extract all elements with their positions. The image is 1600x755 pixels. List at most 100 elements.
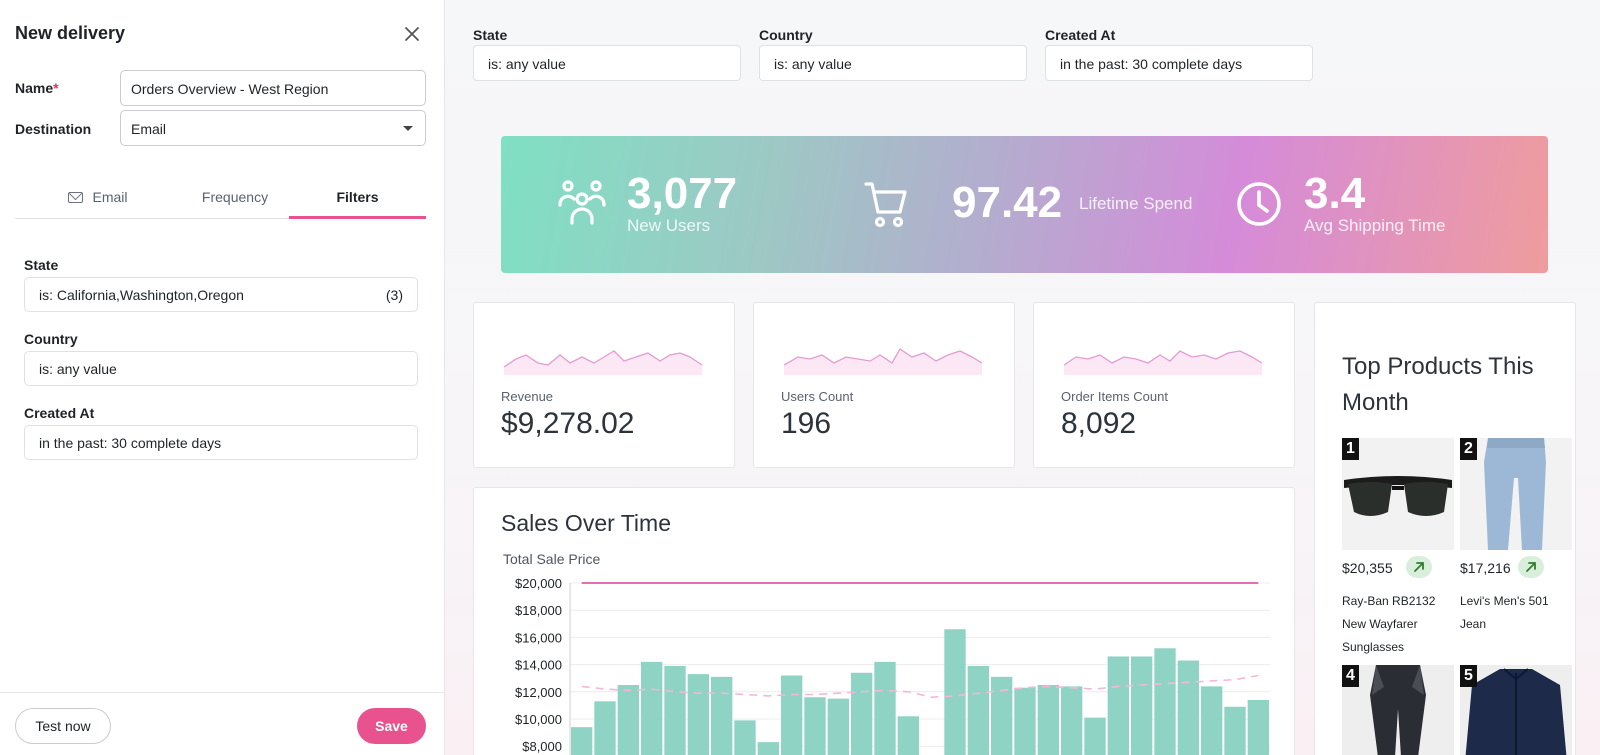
users-icon — [558, 180, 606, 225]
product-name: Ray-Ban RB2132 New Wayfarer Sunglasses — [1342, 594, 1436, 654]
product-name: Levi's Men's 501 Jean — [1460, 594, 1549, 631]
sales-bar — [944, 629, 966, 755]
destination-select[interactable]: Email — [120, 110, 426, 146]
shipping-time-value: 3.4 — [1304, 169, 1366, 218]
product-rank: 2 — [1460, 438, 1477, 460]
filter-country-label: Country — [24, 331, 78, 347]
product-rank: 1 — [1342, 438, 1359, 460]
kpi-users-label: Users Count — [781, 389, 854, 404]
top-products-title: Top Products This Month — [1342, 353, 1534, 416]
sales-bar — [897, 716, 919, 755]
sales-bar — [594, 701, 616, 755]
shipping-time-label: Avg Shipping Time — [1304, 216, 1446, 235]
kpi-banner: 3,077 New Users 97.42 Lifetime Spend 3.4… — [501, 136, 1548, 273]
sales-bar — [687, 674, 709, 755]
sales-bar — [1177, 660, 1199, 755]
sales-bar — [967, 665, 989, 755]
trend-up-icon — [1518, 556, 1544, 578]
sales-bar — [664, 665, 686, 755]
y-tick-label: $18,000 — [515, 603, 562, 618]
y-tick-label: $10,000 — [515, 712, 562, 727]
kpi-revenue-value: $9,278.02 — [501, 407, 635, 440]
panel-title: New delivery — [15, 23, 126, 43]
close-icon[interactable] — [403, 25, 421, 43]
sales-bar — [851, 672, 873, 755]
tab-filters[interactable]: Filters — [289, 178, 426, 219]
y-tick-label: $14,000 — [515, 658, 562, 673]
sales-bar — [991, 676, 1013, 755]
sales-bar — [1154, 648, 1176, 755]
kpi-card-users: Users Count 196 — [753, 302, 1015, 468]
y-tick-label: $12,000 — [515, 685, 562, 700]
top-products-card: Top Products This Month 1 $20,355 Ray-Ba… — [1314, 302, 1576, 755]
dash-filter-created-input[interactable]: in the past: 30 complete days — [1045, 45, 1313, 81]
sales-bar — [571, 727, 593, 755]
save-button[interactable]: Save — [357, 708, 426, 744]
y-tick-label: $8,000 — [522, 739, 562, 754]
product-price: $17,216 — [1460, 560, 1511, 576]
dash-filter-state-input[interactable]: is: any value — [473, 45, 741, 81]
product-price: $20,355 — [1342, 560, 1393, 576]
sales-bar — [781, 675, 803, 755]
new-users-label: New Users — [627, 216, 711, 235]
cart-icon — [864, 182, 907, 228]
kpi-order-items-label: Order Items Count — [1061, 389, 1168, 404]
filter-state-input[interactable]: is: California,Washington,Oregon (3) — [24, 277, 418, 312]
name-input[interactable]: Orders Overview - West Region — [120, 70, 426, 106]
mail-icon — [68, 192, 84, 203]
filter-state-label: State — [24, 257, 59, 273]
dash-filter-country-label: Country — [759, 27, 813, 43]
users-sparkline — [784, 348, 983, 375]
filter-created-input[interactable]: in the past: 30 complete days — [24, 425, 418, 460]
kpi-card-revenue: Revenue $9,278.02 — [473, 302, 735, 468]
sales-bar — [1201, 686, 1223, 755]
sales-bar — [827, 698, 849, 755]
sales-bar — [617, 685, 639, 755]
order-items-sparkline — [1064, 350, 1263, 375]
clock-icon — [1237, 182, 1281, 226]
new-users-value: 3,077 — [627, 169, 738, 218]
sales-bar — [734, 720, 756, 755]
trend-up-icon — [1406, 556, 1432, 578]
sales-chart-card: Sales Over Time Total Sale Price $20,000… — [473, 487, 1295, 755]
filter-country-input[interactable]: is: any value — [24, 351, 418, 386]
sales-bar — [1247, 699, 1269, 755]
dashboard: State is: any value Country is: any valu… — [445, 0, 1600, 755]
tab-frequency[interactable]: Frequency — [180, 178, 290, 219]
sales-bar — [1131, 656, 1153, 755]
sales-chart: $20,000 $18,000 $16,000 $14,000 $12,000 $10,0… — [515, 576, 1270, 755]
lifetime-spend-value: 97.42 — [952, 178, 1063, 227]
dash-filter-created-label: Created At — [1045, 27, 1116, 43]
name-input-value: Orders Overview - West Region — [131, 81, 329, 97]
lifetime-spend-label: Lifetime Spend — [1079, 194, 1193, 213]
sales-bar — [1061, 686, 1083, 755]
sales-bar — [641, 661, 663, 755]
sales-bar — [1014, 687, 1036, 755]
delivery-panel: New delivery Name* Orders Overview - Wes… — [0, 0, 445, 755]
kpi-card-order-items: Order Items Count 8,092 — [1033, 302, 1295, 468]
y-tick-label: $20,000 — [515, 576, 562, 591]
filter-created-label: Created At — [24, 405, 95, 421]
sales-bar — [804, 697, 826, 755]
sales-bar — [711, 676, 733, 755]
sales-bar — [874, 661, 896, 755]
destination-label: Destination — [15, 121, 92, 137]
delivery-tabs: Email Frequency Filters — [15, 178, 426, 219]
y-tick-label: $16,000 — [515, 630, 562, 645]
tab-email[interactable]: Email — [53, 178, 143, 219]
filter-state-count: (3) — [385, 287, 403, 303]
revenue-sparkline — [504, 350, 703, 375]
test-now-button[interactable]: Test now — [15, 708, 111, 744]
product-rank: 4 — [1342, 665, 1359, 687]
dash-filter-country-input[interactable]: is: any value — [759, 45, 1027, 81]
sales-bar — [1107, 656, 1129, 755]
sales-bar — [1037, 685, 1059, 755]
dash-filter-state-label: State — [473, 27, 508, 43]
sales-bar — [1084, 717, 1106, 755]
sales-bar — [1224, 706, 1246, 755]
kpi-users-value: 196 — [781, 407, 832, 440]
kpi-revenue-label: Revenue — [501, 389, 554, 404]
panel-footer: Test now Save — [0, 692, 445, 755]
sales-bar — [757, 742, 779, 755]
name-label: Name* — [15, 80, 59, 96]
